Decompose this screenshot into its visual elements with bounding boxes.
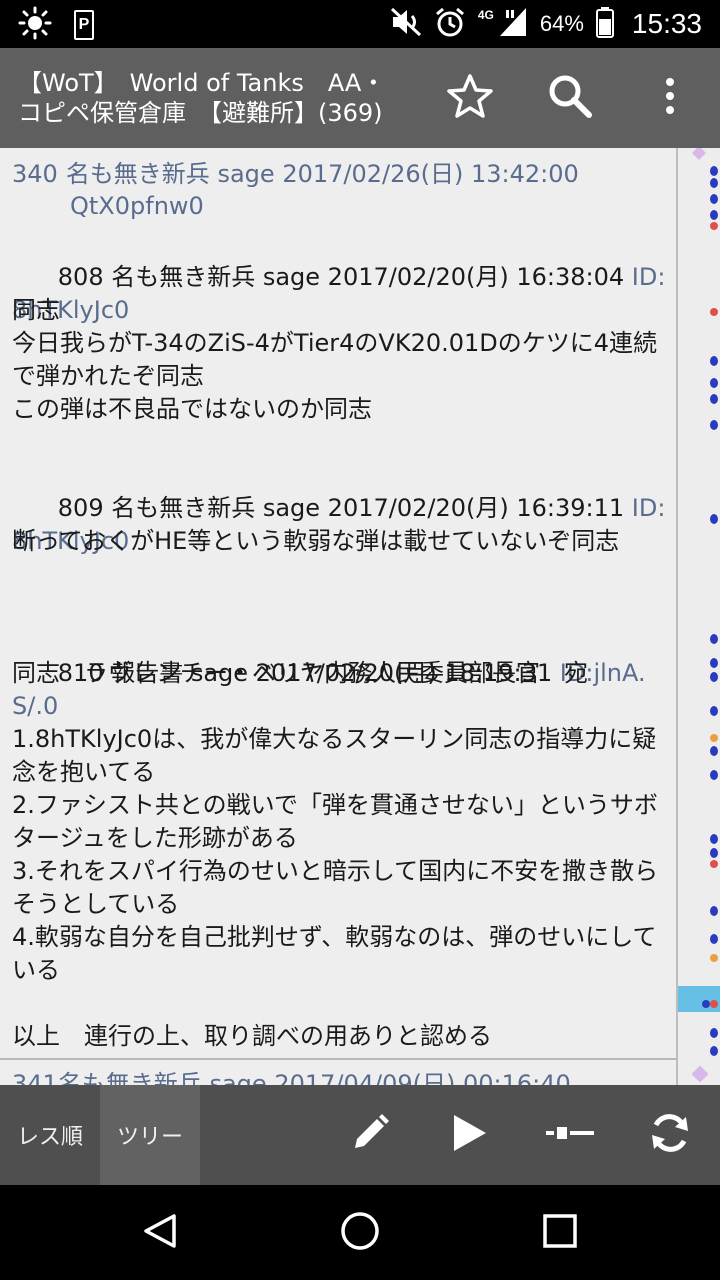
alarm-icon [434, 6, 466, 42]
mute-icon [390, 7, 422, 41]
back-button[interactable] [134, 1207, 186, 1259]
refresh-button[interactable] [640, 1105, 700, 1165]
post-author: 名も無き新兵 [65, 160, 210, 188]
tree-dot [710, 178, 718, 188]
tree-dot [710, 1046, 718, 1056]
post-mail: sage [217, 160, 275, 188]
post-date: 2017/04/09(日) 00:16:40 [274, 1070, 571, 1085]
thread-view[interactable]: 340 名も無き新兵 sage 2017/02/26(日) 13:42:00 Qt… [0, 148, 720, 1085]
quote-header: 809 名も無き新兵 sage 2017/02/20(月) 16:39:11 [57, 494, 632, 522]
tree-dot [710, 378, 718, 388]
tree-dot [710, 954, 718, 962]
tree-minimap[interactable] [678, 148, 720, 1085]
favorite-button[interactable] [440, 68, 500, 128]
post-author: 名も無き新兵 [57, 1070, 202, 1085]
search-button[interactable] [540, 68, 600, 128]
notification-p-icon: P [74, 10, 94, 40]
recents-icon [543, 1214, 577, 1252]
tree-dot [710, 746, 718, 756]
tree-dot [710, 210, 718, 220]
refresh-icon [648, 1111, 692, 1159]
tree-marker [691, 1065, 709, 1083]
scroll-mode-button[interactable] [540, 1105, 600, 1165]
tree-dot [710, 394, 718, 404]
tree-dot [710, 706, 718, 716]
post-divider [0, 1058, 676, 1060]
post-date: 2017/02/26(日) 13:42:00 [282, 160, 579, 188]
tree-dot [710, 420, 718, 430]
tree-dot [710, 222, 718, 230]
tree-dot [710, 166, 718, 176]
post-header[interactable]: 340 名も無き新兵 sage 2017/02/26(日) 13:42:00 Qt… [12, 158, 652, 222]
post-mail: sage [209, 1070, 267, 1085]
tree-dot [710, 672, 718, 682]
tree-current-position [678, 986, 720, 1012]
tree-dot [710, 934, 718, 944]
clock: 15:33 [631, 8, 702, 39]
network-type-label: 4G [477, 8, 494, 22]
tree-dot [710, 1000, 718, 1008]
tab-post-order[interactable]: レス順 [0, 1085, 100, 1185]
tree-dot [710, 834, 718, 844]
post-id[interactable]: QtX0pfnw0 [12, 192, 204, 220]
tree-dot [710, 658, 718, 668]
status-bar: P 4G 64% 15:33 [0, 0, 720, 48]
post-number[interactable]: 341 [12, 1070, 58, 1085]
thread-title[interactable]: 【WoT】 World of Tanks AA・ コピペ保管倉庫 【避難所】(3… [18, 68, 438, 128]
scroll-mode-icon [546, 1125, 594, 1145]
tree-dot [710, 356, 718, 366]
action-bar: 【WoT】 World of Tanks AA・ コピペ保管倉庫 【避難所】(3… [0, 48, 720, 148]
signal-icon [498, 6, 528, 42]
tree-dot [710, 194, 718, 204]
overflow-menu-icon [664, 76, 676, 120]
battery-icon [595, 6, 614, 42]
quote-header: 808 名も無き新兵 sage 2017/02/20(月) 16:38:04 [57, 263, 632, 291]
quote-body: 同志 今日我らがT-34のZiS-4がTier4のVK20.01Dのケツに4連続… [12, 296, 658, 423]
tree-dot [710, 734, 718, 742]
tab-tree[interactable]: ツリー [100, 1085, 200, 1185]
tree-dot [710, 848, 718, 858]
overflow-menu-button[interactable] [640, 68, 700, 128]
tree-dot [710, 634, 718, 644]
star-icon [446, 72, 494, 124]
system-nav-bar [0, 1185, 720, 1280]
write-button[interactable] [340, 1105, 400, 1165]
post-list[interactable]: 340 名も無き新兵 sage 2017/02/26(日) 13:42:00 Qt… [0, 148, 676, 1085]
search-icon [546, 72, 594, 124]
bottom-toolbar: レス順 ツリー [0, 1085, 720, 1185]
recents-button[interactable] [534, 1207, 586, 1259]
tree-dot [710, 906, 718, 916]
home-icon [340, 1211, 380, 1255]
tree-dot [702, 1000, 710, 1008]
play-button[interactable] [440, 1105, 500, 1165]
tree-marker [691, 148, 707, 161]
tree-dot [710, 770, 718, 780]
play-icon [452, 1113, 488, 1157]
back-icon [142, 1213, 178, 1253]
brightness-icon [18, 6, 52, 44]
tree-dot [710, 1028, 718, 1038]
edit-icon [350, 1113, 390, 1157]
tree-dot [710, 514, 718, 524]
post-number[interactable]: 340 [12, 160, 58, 188]
post-header[interactable]: 341名も無き新兵 sage 2017/04/09(日) 00:16:40 [12, 1068, 571, 1085]
tree-dot [710, 308, 718, 316]
quote-body: 同志 ラヴレンチー・ベリヤ内務人民委員部長官 宛 1.8hTKlyJc0は、我が… [12, 659, 659, 1050]
battery-percent: 64% [539, 11, 584, 36]
tree-dot [710, 860, 718, 868]
quote-body: 断っておくがHE等という軟弱な弾は載せていないぞ同志 [12, 527, 620, 555]
home-button[interactable] [334, 1207, 386, 1259]
